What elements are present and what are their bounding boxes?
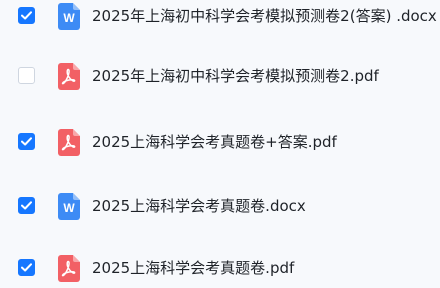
row-checkbox[interactable] — [18, 197, 35, 214]
checkmark-icon — [21, 263, 32, 272]
file-row[interactable]: 2025上海科学会考真题卷+答案.pdf — [0, 122, 440, 162]
file-row[interactable]: W 2025年上海初中科学会考模拟预测卷2(答案) .docx — [0, 0, 440, 36]
file-name[interactable]: 2025年上海初中科学会考模拟预测卷2.pdf — [92, 66, 379, 86]
checkmark-icon — [21, 11, 32, 20]
file-row[interactable]: 2025年上海初中科学会考模拟预测卷2.pdf — [0, 56, 440, 96]
svg-text:W: W — [63, 11, 75, 25]
word-doc-icon: W — [58, 3, 80, 30]
file-row[interactable]: W 2025上海科学会考真题卷.docx — [0, 186, 440, 226]
row-checkbox[interactable] — [18, 7, 35, 24]
row-checkbox[interactable] — [18, 133, 35, 150]
word-doc-icon: W — [58, 193, 80, 220]
file-name[interactable]: 2025上海科学会考真题卷.docx — [92, 196, 306, 216]
row-checkbox[interactable] — [18, 67, 35, 84]
file-name[interactable]: 2025上海科学会考真题卷.pdf — [92, 258, 294, 278]
pdf-file-icon — [58, 63, 80, 90]
checkmark-icon — [21, 137, 32, 146]
pdf-file-icon — [58, 129, 80, 156]
checkmark-icon — [21, 201, 32, 210]
svg-text:W: W — [63, 201, 75, 215]
row-checkbox[interactable] — [18, 259, 35, 276]
pdf-file-icon — [58, 255, 80, 282]
file-name[interactable]: 2025年上海初中科学会考模拟预测卷2(答案) .docx — [92, 6, 437, 26]
file-name[interactable]: 2025上海科学会考真题卷+答案.pdf — [92, 132, 337, 152]
file-list: W 2025年上海初中科学会考模拟预测卷2(答案) .docx 2025年上海初… — [0, 0, 440, 284]
file-row[interactable]: 2025上海科学会考真题卷.pdf — [0, 248, 440, 288]
